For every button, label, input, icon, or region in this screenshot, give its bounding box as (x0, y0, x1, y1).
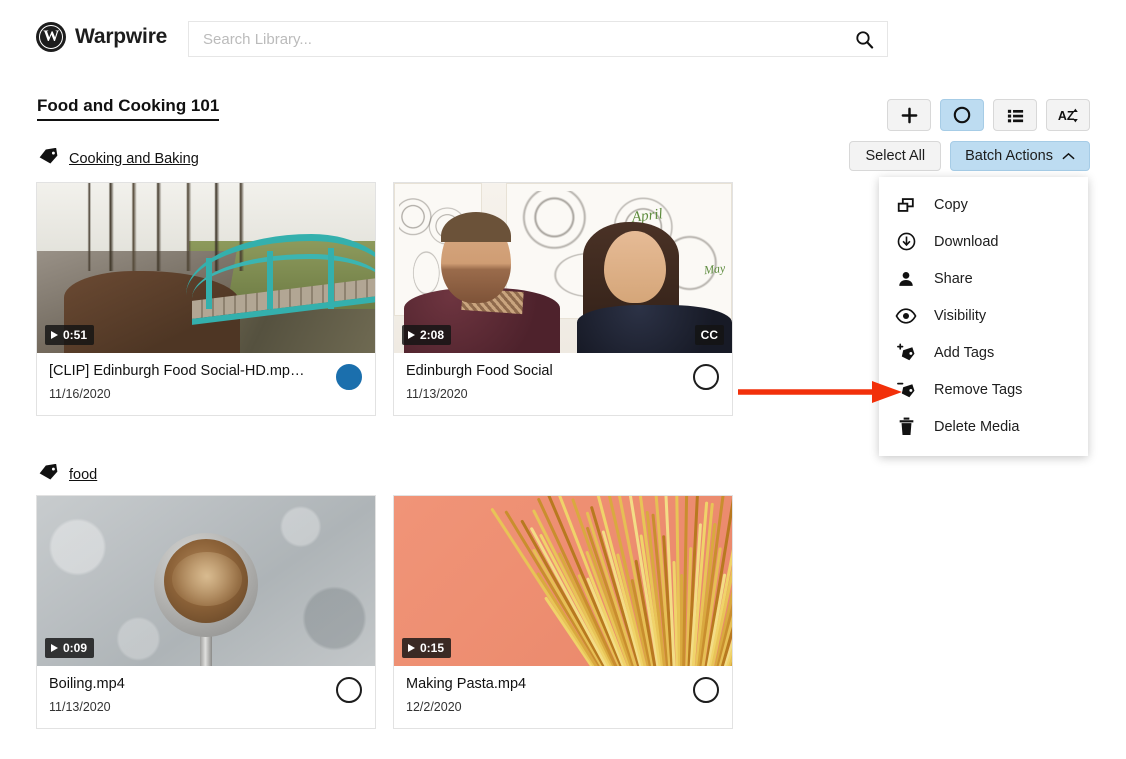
circle-icon (953, 106, 971, 124)
duration-badge: 0:15 (402, 638, 452, 658)
select-checkbox[interactable] (693, 364, 719, 390)
media-meta: Making Pasta.mp4 12/2/2020 (394, 666, 732, 728)
menu-label: Delete Media (934, 418, 1020, 435)
menu-label: Download (934, 233, 999, 250)
menu-item-share[interactable]: Share (879, 260, 1088, 297)
eye-icon (895, 307, 917, 325)
az-sort-icon: AZ (1058, 108, 1078, 123)
media-thumbnail[interactable]: 0:51 (37, 183, 375, 353)
duration-badge: 0:09 (45, 638, 95, 658)
media-thumbnail[interactable]: 0:09 (37, 496, 375, 666)
play-icon (408, 331, 415, 339)
menu-item-remove-tags[interactable]: Remove Tags (879, 371, 1088, 408)
duration-badge: 2:08 (402, 325, 452, 345)
grid-view-button[interactable] (940, 99, 984, 131)
logo-letter: W (43, 28, 59, 45)
tag-group-header-food: food (38, 463, 97, 486)
svg-text:AZ: AZ (1058, 109, 1075, 123)
chevron-up-icon (1062, 152, 1075, 159)
tag-icon (38, 147, 59, 170)
media-date: 11/13/2020 (49, 700, 111, 715)
brand-logo[interactable]: W Warpwire (36, 22, 167, 52)
menu-item-visibility[interactable]: Visibility (879, 297, 1088, 334)
play-icon (51, 331, 58, 339)
media-title: [CLIP] Edinburgh Food Social-HD.mp4 (72… (49, 363, 311, 379)
plus-icon (901, 107, 917, 123)
search-placeholder: Search Library... (203, 30, 312, 48)
list-view-button[interactable] (993, 99, 1037, 131)
play-icon (408, 644, 415, 652)
media-title: Edinburgh Food Social (406, 363, 553, 379)
media-card[interactable]: 0:09 Boiling.mp4 11/13/2020 (36, 495, 376, 729)
list-icon (1007, 109, 1023, 122)
media-card[interactable]: 0:51 [CLIP] Edinburgh Food Social-HD.mp4… (36, 182, 376, 416)
select-checkbox[interactable] (336, 364, 362, 390)
warpwire-circle-logo: W (36, 22, 66, 52)
action-toolbar: Select All Batch Actions (849, 141, 1090, 171)
app-header: W Warpwire Search Library... (0, 0, 1126, 78)
brand-name: Warpwire (75, 25, 168, 48)
duration-text: 0:15 (420, 641, 445, 655)
menu-label: Share (934, 270, 973, 287)
media-thumbnail[interactable]: April May 2:08 CC (394, 183, 732, 353)
menu-label: Remove Tags (934, 381, 1023, 398)
menu-item-add-tags[interactable]: Add Tags (879, 334, 1088, 371)
trash-icon (895, 416, 917, 437)
view-toolbar: AZ (887, 99, 1090, 131)
copy-icon (895, 195, 917, 215)
search-icon[interactable] (855, 30, 887, 49)
batch-actions-menu: Copy Download Share Visibility Add Tags … (879, 177, 1088, 456)
sort-button[interactable]: AZ (1046, 99, 1090, 131)
tag-plus-icon (895, 342, 917, 363)
menu-label: Copy (934, 196, 968, 213)
page-title[interactable]: Food and Cooking 101 (37, 96, 220, 121)
media-date: 11/13/2020 (406, 387, 468, 402)
select-checkbox[interactable] (693, 677, 719, 703)
media-meta: Boiling.mp4 11/13/2020 (37, 666, 375, 728)
media-title: Making Pasta.mp4 (406, 676, 527, 692)
media-card[interactable]: 0:15 Making Pasta.mp4 12/2/2020 (393, 495, 733, 729)
duration-text: 2:08 (420, 328, 445, 342)
batch-actions-label: Batch Actions (965, 148, 1053, 164)
media-card[interactable]: April May 2:08 CC Edinburgh Food Social … (393, 182, 733, 416)
cc-badge: CC (694, 325, 724, 345)
duration-badge: 0:51 (45, 325, 95, 345)
media-thumbnail[interactable]: 0:15 (394, 496, 732, 666)
download-circle-icon (895, 231, 917, 252)
person-icon (895, 269, 917, 289)
tag-link[interactable]: food (69, 467, 97, 483)
search-input[interactable]: Search Library... (188, 21, 888, 57)
menu-item-copy[interactable]: Copy (879, 186, 1088, 223)
menu-item-download[interactable]: Download (879, 223, 1088, 260)
select-all-button[interactable]: Select All (849, 141, 942, 171)
media-meta: [CLIP] Edinburgh Food Social-HD.mp4 (72…… (37, 353, 375, 415)
tag-icon (38, 463, 59, 486)
menu-label: Add Tags (934, 344, 995, 361)
batch-actions-button[interactable]: Batch Actions (950, 141, 1090, 171)
media-title: Boiling.mp4 (49, 676, 125, 692)
menu-label: Visibility (934, 307, 987, 324)
duration-text: 0:51 (63, 328, 88, 342)
menu-item-delete-media[interactable]: Delete Media (879, 408, 1088, 445)
media-date: 11/16/2020 (49, 387, 111, 402)
media-meta: Edinburgh Food Social 11/13/2020 (394, 353, 732, 415)
add-media-button[interactable] (887, 99, 931, 131)
tag-minus-icon (895, 379, 917, 400)
tag-group-header-cooking-and-baking: Cooking and Baking (38, 147, 199, 170)
media-date: 12/2/2020 (406, 700, 462, 715)
play-icon (51, 644, 58, 652)
duration-text: 0:09 (63, 641, 88, 655)
tag-link[interactable]: Cooking and Baking (69, 151, 199, 167)
select-checkbox[interactable] (336, 677, 362, 703)
